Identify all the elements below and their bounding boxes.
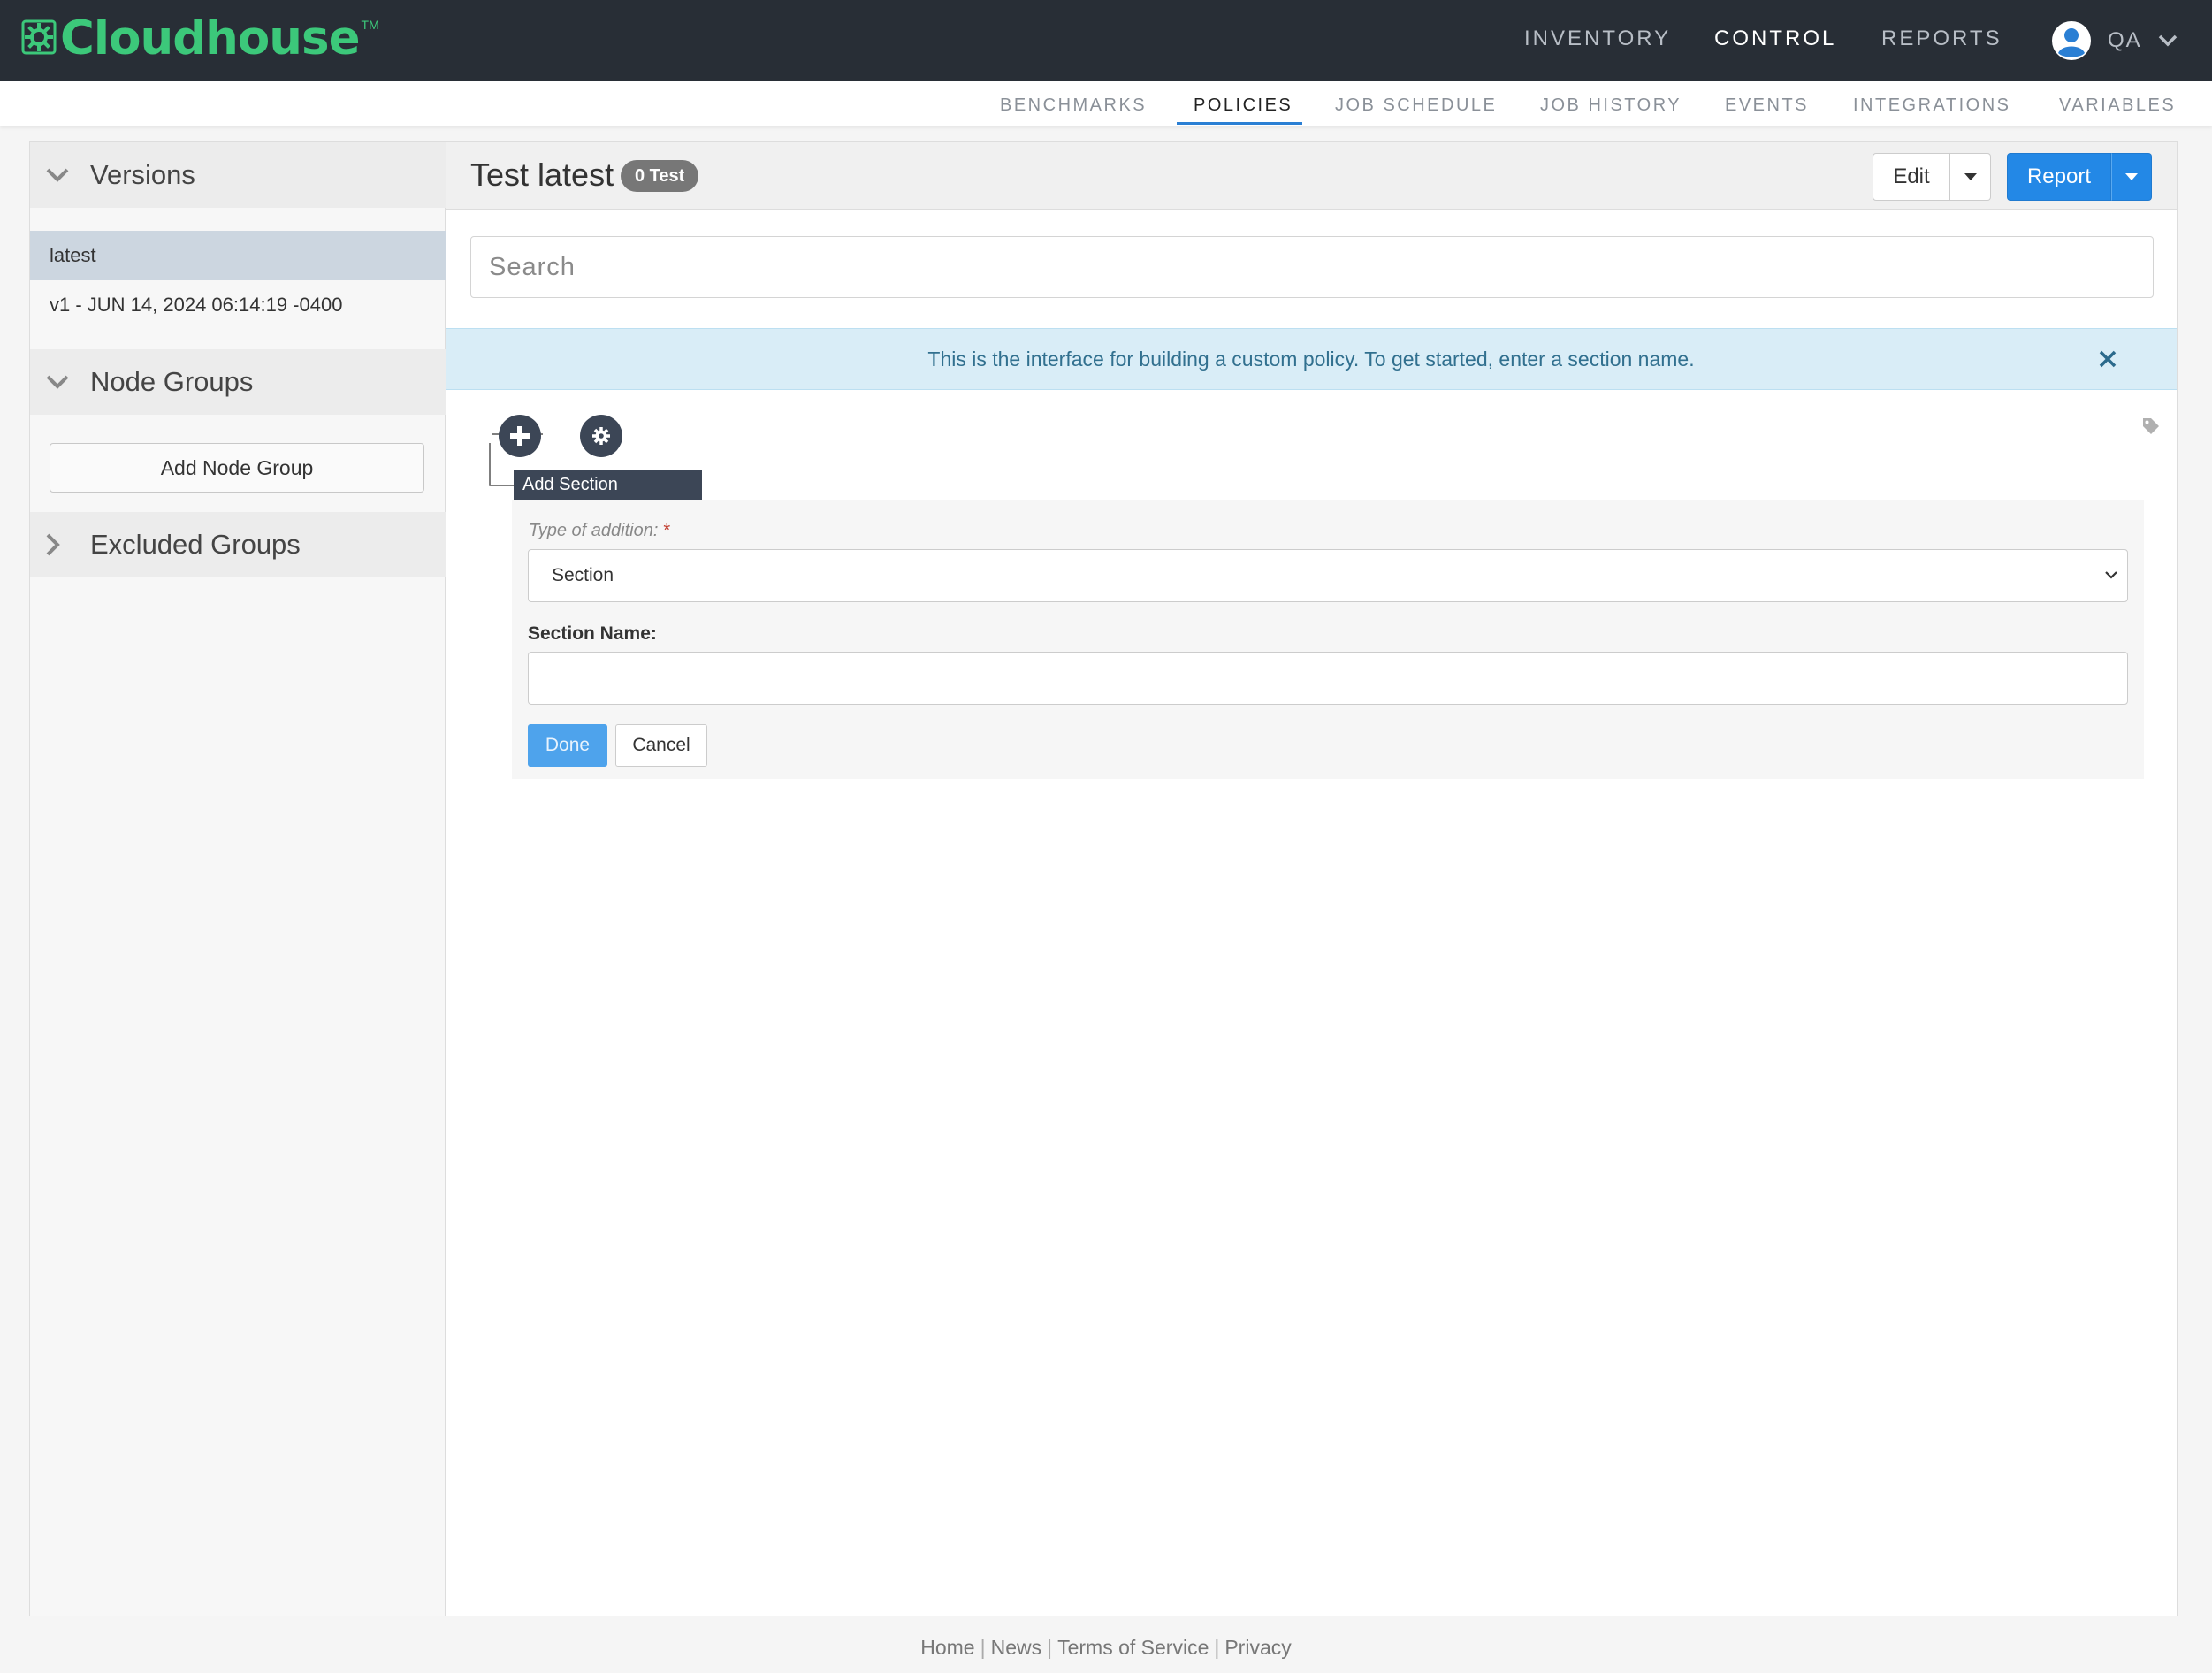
excluded-groups-header[interactable]: Excluded Groups: [30, 512, 446, 577]
type-of-addition-text: Type of addition:: [529, 521, 659, 540]
version-item-latest[interactable]: latest: [30, 231, 446, 280]
node-groups-header[interactable]: Node Groups: [30, 349, 446, 415]
topnav-control[interactable]: CONTROL: [1714, 27, 1836, 51]
policy-tree: Add Section Type of addition: * Section S…: [446, 408, 2177, 938]
subnav-events[interactable]: EVENTS: [1725, 95, 1809, 116]
top-navbar: Cloudhouse TM INVENTORY CONTROL REPORTS …: [0, 0, 2212, 81]
user-menu[interactable]: QA: [2051, 18, 2178, 64]
footer: Home | News | Terms of Service | Privacy: [0, 1636, 2212, 1660]
edit-button[interactable]: Edit: [1873, 153, 1950, 201]
subnav-policies[interactable]: POLICIES: [1194, 95, 1293, 116]
versions-header[interactable]: Versions: [30, 142, 446, 208]
subnav-benchmarks[interactable]: BENCHMARKS: [1000, 95, 1147, 116]
brand-name: Cloudhouse: [60, 11, 361, 65]
chevron-down-icon: [2158, 34, 2177, 47]
cancel-button[interactable]: Cancel: [615, 724, 707, 767]
footer-separator: |: [1214, 1636, 1220, 1659]
add-node-group-button[interactable]: Add Node Group: [50, 443, 424, 493]
type-of-addition-label: Type of addition: *: [529, 521, 670, 541]
subnav-job-history[interactable]: JOB HISTORY: [1540, 95, 1682, 116]
required-mark: *: [663, 521, 671, 540]
brand-trademark: TM: [361, 18, 379, 32]
edit-button-group: Edit: [1873, 153, 1991, 201]
chevron-down-icon: [46, 168, 81, 182]
versions-title: Versions: [90, 159, 195, 190]
info-alert: This is the interface for building a cus…: [446, 328, 2177, 390]
excluded-groups-title: Excluded Groups: [90, 529, 301, 560]
user-avatar-icon: [2052, 21, 2091, 60]
chevron-down-icon: [46, 375, 81, 389]
footer-link-home[interactable]: Home: [920, 1636, 974, 1659]
footer-link-news[interactable]: News: [991, 1636, 1042, 1659]
subnav-integrations[interactable]: INTEGRATIONS: [1853, 95, 2011, 116]
type-of-addition-value: Section: [552, 565, 614, 585]
edit-dropdown-button[interactable]: [1950, 153, 1991, 201]
settings-button[interactable]: [580, 415, 622, 457]
footer-link-terms[interactable]: Terms of Service: [1057, 1636, 1209, 1659]
subnav-job-schedule[interactable]: JOB SCHEDULE: [1335, 95, 1497, 116]
chevron-down-icon: [2105, 571, 2117, 579]
alert-message: This is the interface for building a cus…: [927, 347, 1695, 371]
close-icon[interactable]: [2097, 348, 2118, 370]
report-dropdown-button[interactable]: [2111, 153, 2152, 201]
section-name-label: Section Name:: [528, 623, 657, 644]
caret-down-icon: [1964, 173, 1977, 180]
add-section-form: Type of addition: * Section Section Name:…: [512, 500, 2144, 779]
user-name: QA: [2108, 28, 2142, 52]
sidebar: Versions latest v1 - JUN 14, 2024 06:14:…: [30, 142, 446, 1616]
subnav-variables[interactable]: VARIABLES: [2059, 95, 2176, 116]
content-area: Test latest 0 Test Edit Report This is t…: [446, 142, 2177, 1616]
footer-link-privacy[interactable]: Privacy: [1224, 1636, 1291, 1659]
report-button[interactable]: Report: [2007, 153, 2111, 201]
gear-icon: [592, 427, 610, 445]
search-input[interactable]: [470, 236, 2154, 298]
add-node-button[interactable]: [499, 415, 541, 457]
tag-icon[interactable]: [2141, 416, 2161, 436]
page-title: Test latest: [470, 157, 614, 193]
plus-icon: [510, 426, 530, 446]
topnav-inventory[interactable]: INVENTORY: [1524, 27, 1671, 51]
brand-logo[interactable]: Cloudhouse TM: [21, 12, 379, 65]
add-section-tooltip: Add Section: [514, 470, 702, 500]
report-button-group: Report: [2007, 153, 2152, 201]
type-of-addition-select[interactable]: Section: [528, 549, 2128, 602]
footer-separator: |: [980, 1636, 986, 1659]
footer-separator: |: [1047, 1636, 1053, 1659]
sub-nav: BENCHMARKS POLICIES JOB SCHEDULE JOB HIS…: [0, 81, 2212, 126]
main-frame: Versions latest v1 - JUN 14, 2024 06:14:…: [29, 141, 2178, 1616]
gear-logo-icon: [21, 19, 57, 55]
section-name-input[interactable]: [528, 652, 2128, 705]
version-item-v1[interactable]: v1 - JUN 14, 2024 06:14:19 -0400: [30, 280, 446, 330]
caret-down-icon: [2125, 173, 2138, 180]
topnav-reports[interactable]: REPORTS: [1881, 27, 2002, 51]
done-button[interactable]: Done: [528, 724, 607, 767]
content-header: Test latest 0 Test Edit Report: [446, 142, 2177, 210]
test-count-badge: 0 Test: [621, 160, 699, 192]
active-tab-underline: [1177, 122, 1302, 125]
node-groups-title: Node Groups: [90, 366, 254, 397]
chevron-right-icon: [46, 533, 81, 556]
